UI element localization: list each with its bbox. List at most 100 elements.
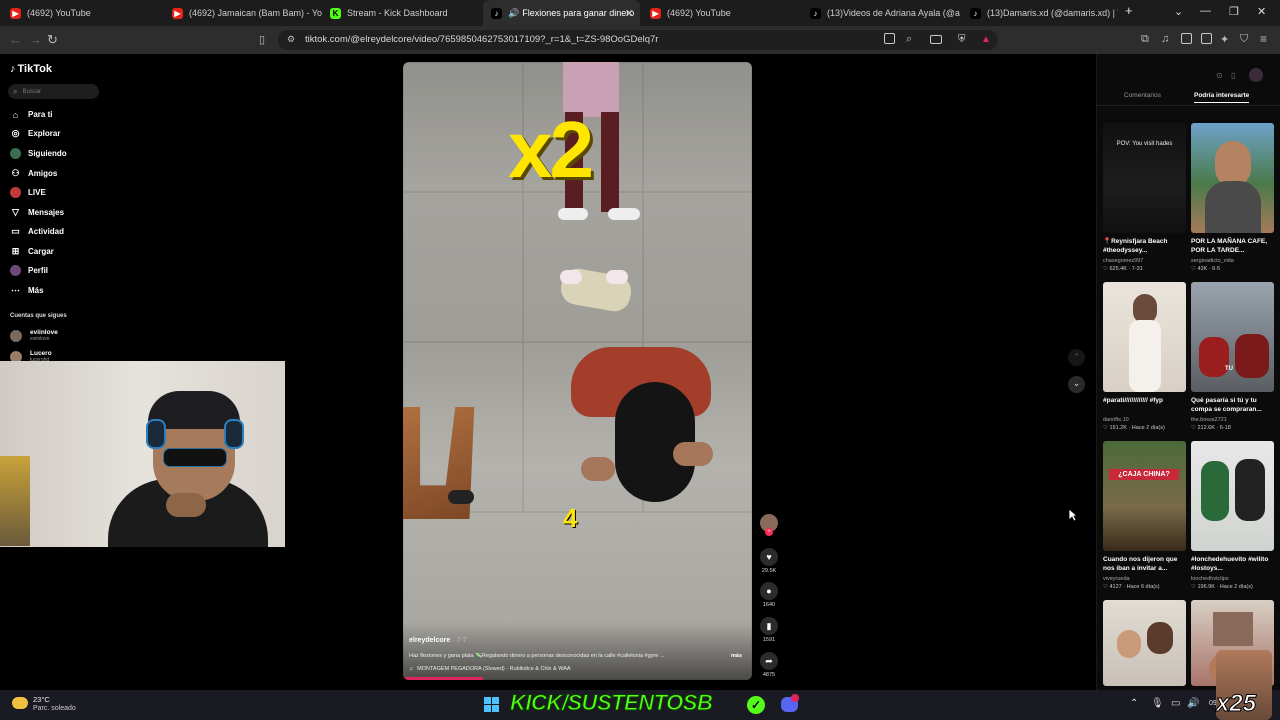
avatar[interactable] [1249,68,1263,82]
search-input[interactable]: ⌕ Buscar [8,84,99,99]
following-account[interactable]: eviinlove eviinlove [10,329,58,342]
thumbnail-person [1147,622,1173,654]
translate-icon[interactable] [884,33,895,44]
video-caption[interactable]: Cuando nos dijeron que nos iban a invita… [1103,555,1188,573]
microphone-icon[interactable]: 🎙 [1151,698,1164,709]
brave-rewards-icon[interactable]: ▲ [981,34,991,45]
pip-icon[interactable]: ⊙ [1216,71,1223,80]
video-player[interactable]: x2 4 elreydelcore · 7-7 Haz flexiones y … [403,62,752,680]
tab-label: (13)Videos de Adriana Ayala (@adr [827,8,960,18]
browser-tab[interactable]: ▶ (4692) YouTube [642,0,800,26]
tab-podria-interesarte[interactable]: Podría interesarte [1194,92,1250,103]
caption-more-button[interactable]: más [731,653,742,659]
video-thumbnail[interactable] [1191,123,1274,233]
video-thumbnail[interactable]: ¿CAJA CHINA? [1103,441,1186,551]
browser-tab[interactable]: ♪ (13)Videos de Adriana Ayala (@adr [802,0,960,26]
tiktok-logo[interactable]: ♪ TikTok [10,63,52,75]
share-button[interactable]: ➦ 4875 [760,652,778,678]
nav-item-para-ti[interactable]: ⌂ Para ti [10,109,53,120]
nav-item-live[interactable]: LIVE [10,187,46,198]
video-thumbnail[interactable] [1103,282,1186,392]
music-icon[interactable]: ♫ [1161,33,1169,45]
next-video-button[interactable]: ⌄ [1068,376,1085,393]
video-user[interactable]: lonchedhvtclips [1191,576,1229,582]
url-text[interactable]: tiktok.com/@elreydelcore/video/765985046… [305,34,658,45]
menu-icon[interactable]: ≡ [1260,32,1267,46]
nav-item-actividad[interactable]: ▭ Actividad [10,226,64,237]
nav-item-perfil[interactable]: Perfil [10,265,48,276]
nav-label: Siguiendo [28,149,67,158]
bookmark-icon[interactable]: ▯ [259,33,265,46]
video-music[interactable]: ♫ MONTAGEM PEGADORA (Slowed) - Rubikdice… [409,666,571,672]
chevron-down-icon[interactable]: ⌄ [1174,5,1183,18]
minimize-icon[interactable]: — [1200,5,1211,17]
video-author-line: elreydelcore · 7-7 [409,637,467,644]
video-thumbnail[interactable] [1191,441,1274,551]
video-stats: ♡ 196.9K · Hace 2 día(s) [1191,584,1253,590]
video-caption: Haz flexiones y gana plata 💸Regalando di… [409,653,665,659]
weather-temp[interactable]: 23°C [33,695,50,704]
zoom-icon[interactable]: ⌕ [906,33,912,46]
video-user[interactable]: the.bosss2721 [1191,417,1227,423]
browser-tab[interactable]: ▶ (4692) Jamaican (Bam Bam) - YouTube [164,0,322,26]
browser-toolbar: ← → ↻ ▯ ⚙ tiktok.com/@elreydelcore/video… [0,26,1280,54]
video-caption[interactable]: POR LA MAÑANA CAFE, POR LA TARDE... [1191,237,1276,255]
previous-video-button[interactable]: ⌃ [1068,349,1085,366]
windows-start-icon[interactable] [484,697,499,712]
account-handle: eviinlove [30,336,50,342]
volume-icon[interactable]: 🔊 [1187,698,1199,709]
reload-icon[interactable]: ↻ [47,32,58,48]
maximize-icon[interactable]: ❐ [1229,5,1239,18]
nav-item-amigos[interactable]: ⚇ Amigos [10,168,57,179]
browser-tab[interactable]: ♪ (13)Damaris.xd (@damaris.xd) | TikT [962,0,1118,26]
video-thumbnail[interactable]: POV: You visit hades [1103,123,1186,233]
browser-tab-active[interactable]: ♪ 🔊 Flexiones para ganar dinero ✕ [483,0,640,26]
forward-icon[interactable]: → [29,32,42,47]
sidebar-toggle-icon[interactable] [1181,33,1192,44]
like-button[interactable]: ♥ 29.5K [760,548,778,574]
device-icon[interactable]: ▯ [1231,71,1235,80]
cast-icon[interactable] [930,35,942,44]
upload-icon: ⊞ [11,246,20,256]
video-caption[interactable]: #parati///////////// #fyp [1103,396,1188,405]
video-author[interactable]: elreydelcore [409,637,450,644]
back-icon[interactable]: ← [9,32,22,47]
nav-item-cargar[interactable]: ⊞ Cargar [10,246,54,257]
nav-item-mensajes[interactable]: ▽ Mensajes [10,207,64,218]
video-progress-bar[interactable] [403,677,483,680]
browser-tab[interactable]: ▶ (4692) YouTube [2,0,164,26]
video-date: 7-7 [456,637,467,644]
tab-comentarios[interactable]: Comentarios [1124,92,1161,99]
video-user[interactable]: sergioadicto_vida [1191,258,1234,264]
video-thumbnail[interactable]: TU [1191,282,1274,392]
nav-item-explorar[interactable]: ◎ Explorar [10,128,61,139]
close-tab-icon[interactable]: ✕ [625,7,634,20]
weather-condition[interactable]: Parc. soleado [33,705,76,712]
nav-item-mas[interactable]: ⋯ Más [10,285,44,296]
shield-icon[interactable]: ⛨ [958,34,966,45]
wallet-icon[interactable] [1201,33,1212,44]
vpn-icon[interactable]: ⛉ [1240,33,1248,46]
video-thumbnail[interactable] [1103,600,1186,686]
new-tab-icon[interactable]: + [1125,3,1133,18]
browser-tab[interactable]: K Stream - Kick Dashboard [322,0,482,26]
save-button[interactable]: ▮ 1591 [760,617,778,643]
close-window-icon[interactable]: ✕ [1257,5,1266,18]
video-caption[interactable]: Qué pasaría si tú y tu compa se comprara… [1191,396,1276,414]
comment-button[interactable]: ● 1640 [760,582,778,608]
video-caption[interactable]: #lonchedehuevito #wilito #lostoys... [1191,555,1276,573]
extensions-icon[interactable]: ⧉ [1141,33,1149,46]
site-info-icon[interactable]: ⚙ [287,34,295,45]
tiktok-sidebar: ♪ TikTok ⌕ Buscar ⌂ Para ti ◎ Explorar Sig… [0,54,110,364]
video-caption[interactable]: 📍Reynisfjara Beach #theodyssey... [1103,237,1188,255]
nav-item-siguiendo[interactable]: Siguiendo [10,148,67,159]
follow-plus-icon[interactable]: + [765,528,773,536]
chevron-up-icon[interactable]: ⌃ [1130,698,1138,709]
creator-avatar[interactable]: + [760,514,778,536]
kick-banner: KICK/SUSTENTOSB [509,690,713,716]
leo-ai-icon[interactable]: ✦ [1220,33,1229,46]
video-user[interactable]: viveyrueda [1103,576,1130,582]
video-user[interactable]: danrifts.10 [1103,417,1129,423]
network-icon[interactable]: ▭ [1171,698,1180,709]
video-user[interactable]: chasegomez997 [1103,258,1143,264]
